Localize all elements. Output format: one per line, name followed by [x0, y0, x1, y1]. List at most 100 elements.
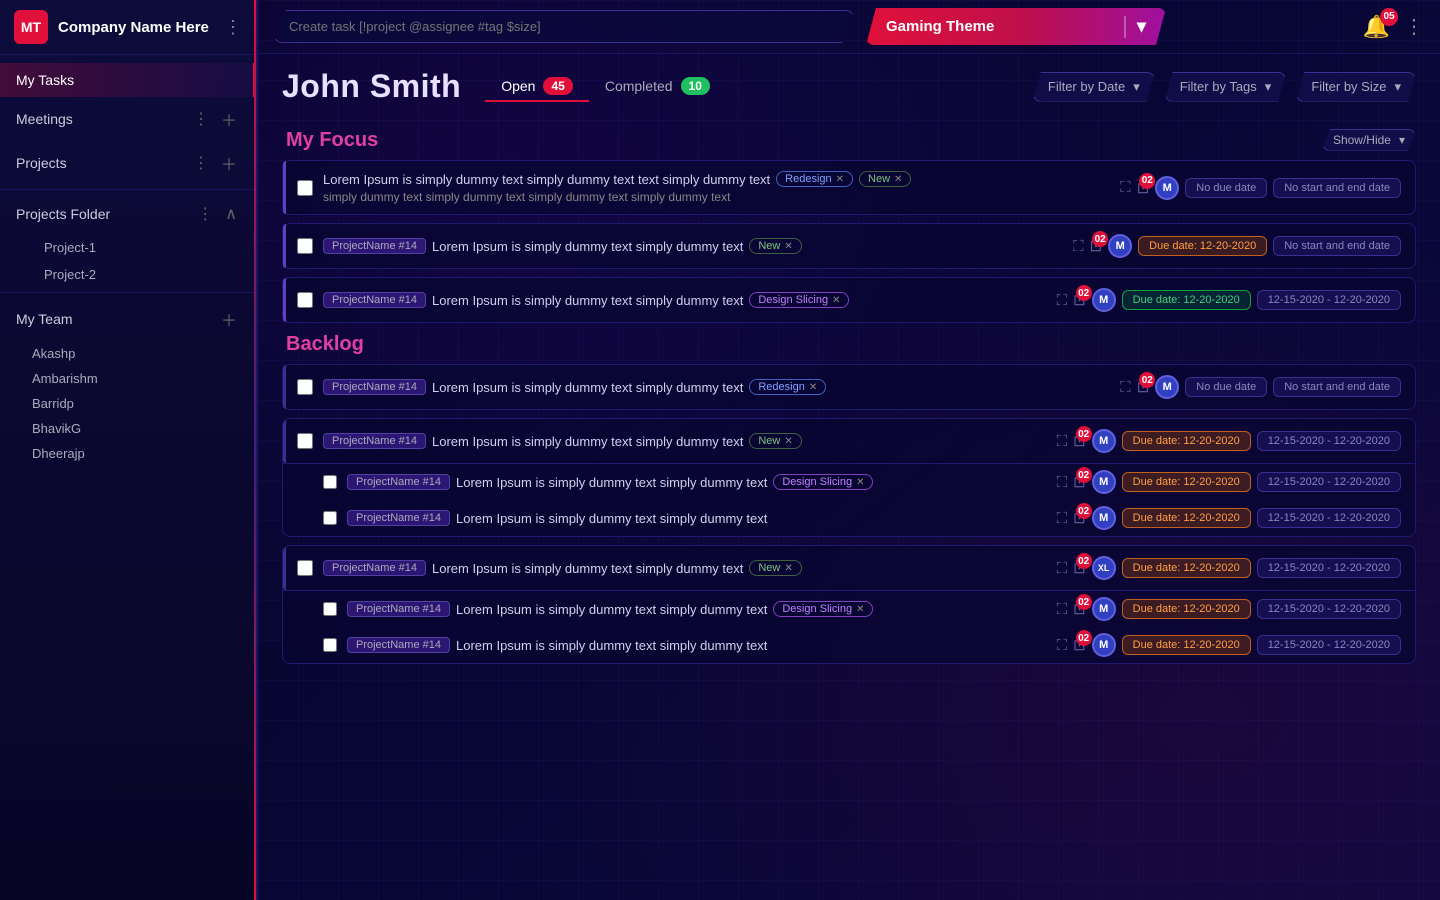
focus-task-2-body: ProjectName #14 Lorem Ipsum is simply du…: [323, 238, 1063, 254]
backlog-task-3-main: ProjectName #14 Lorem Ipsum is simply du…: [283, 546, 1415, 591]
subtask-2-2-checkbox[interactable]: [323, 511, 337, 525]
focus-task-2-checkbox[interactable]: [297, 238, 313, 254]
backlog-group-2: ProjectName #14 Lorem Ipsum is simply du…: [282, 418, 1416, 537]
subtask-badge-3: ⊡ 02: [1073, 291, 1086, 309]
sidebar-item-project1[interactable]: Project-1: [28, 234, 256, 261]
topbar-right: 🔔 05 ⋮: [1363, 14, 1424, 40]
tag-new-2-remove[interactable]: ✕: [784, 241, 792, 252]
tag-redesign-b1-remove[interactable]: ✕: [809, 382, 817, 393]
assignee-badge: M: [1155, 176, 1179, 200]
tag-new-2: New ✕: [749, 238, 801, 254]
sidebar-item-projects-folder[interactable]: Projects Folder ⋮ ∧: [0, 194, 256, 234]
backlog-task-2-actions: ⛶ ⊡ 02 M Due date: 12-20-2020 12-15-2020…: [1057, 429, 1401, 453]
date-range-badge-b1: No start and end date: [1273, 377, 1401, 397]
sidebar-item-project2[interactable]: Project-2: [28, 261, 256, 288]
tag-new-remove[interactable]: ✕: [894, 174, 902, 185]
expand-icon-b1[interactable]: ⛶: [1120, 379, 1131, 396]
focus-task-1-body: Lorem Ipsum is simply dummy text simply …: [323, 171, 1110, 204]
team-member-ambarishm[interactable]: Ambarishm: [16, 366, 256, 391]
sidebar-item-my-tasks[interactable]: My Tasks: [0, 63, 256, 97]
content-area: My Focus Show/Hide ▾ Lorem Ipsum is simp…: [258, 111, 1440, 900]
backlog-task-2-checkbox[interactable]: [297, 433, 313, 449]
filter-date-button[interactable]: Filter by Date ▾: [1033, 72, 1155, 102]
focus-task-1-checkbox[interactable]: [297, 180, 313, 196]
assignee-badge-xl: XL: [1092, 556, 1116, 580]
sidebar: MT Company Name Here ⋮ My Tasks Meetings…: [0, 0, 258, 900]
show-hide-button[interactable]: Show/Hide ▾: [1322, 129, 1416, 151]
backlog-task-2-main: ProjectName #14 Lorem Ipsum is simply du…: [283, 419, 1415, 464]
focus-task-3-line1: ProjectName #14 Lorem Ipsum is simply du…: [323, 292, 1047, 308]
team-members-list: Akashp Ambarishm Barridp BhavikG Dheeraj…: [0, 341, 256, 466]
folder-options-icon[interactable]: ⋮: [194, 203, 216, 225]
filter-tags-button[interactable]: Filter by Tags ▾: [1165, 72, 1287, 102]
sidebar-item-my-team[interactable]: My Team ＋: [0, 297, 256, 341]
focus-task-1-line2: simply dummy text simply dummy text simp…: [323, 190, 1110, 204]
assignee-badge-3: M: [1092, 288, 1116, 312]
backlog-subtask-3-1: ProjectName #14 Lorem Ipsum is simply du…: [283, 591, 1415, 627]
due-date-badge-2: Due date: 12-20-2020: [1138, 236, 1267, 256]
expand-icon-3[interactable]: ⛶: [1057, 292, 1068, 309]
completed-count-badge: 10: [681, 77, 710, 95]
focus-task-3-checkbox[interactable]: [297, 292, 313, 308]
focus-section-header: My Focus Show/Hide ▾: [282, 119, 1416, 160]
assignee-badge-b1: M: [1155, 375, 1179, 399]
team-member-barridp[interactable]: Barridp: [16, 391, 256, 416]
folder-collapse-icon[interactable]: ∧: [222, 203, 240, 225]
assignee-badge-2: M: [1108, 234, 1132, 258]
subtask-3-1-checkbox[interactable]: [323, 602, 337, 616]
sidebar-item-projects[interactable]: Projects ⋮ ＋: [0, 141, 256, 185]
tag-redesign-remove[interactable]: ✕: [836, 174, 844, 185]
focus-task-1: Lorem Ipsum is simply dummy text simply …: [282, 160, 1416, 215]
subtask-count: 02: [1139, 173, 1155, 189]
gaming-theme-button[interactable]: Gaming Theme ▾: [866, 8, 1166, 45]
tab-bar: Open 45 Completed 10: [485, 72, 726, 102]
sidebar-header: MT Company Name Here ⋮: [0, 0, 256, 55]
focus-task-2-line1: ProjectName #14 Lorem Ipsum is simply du…: [323, 238, 1063, 254]
show-hide-chevron: ▾: [1399, 133, 1405, 147]
sidebar-item-meetings[interactable]: Meetings ⋮ ＋: [0, 97, 256, 141]
nav-divider: [0, 189, 256, 190]
due-date-badge: No due date: [1185, 178, 1267, 198]
focus-section-title: My Focus: [282, 129, 378, 152]
team-add-icon[interactable]: ＋: [218, 306, 240, 332]
backlog-task-2-body: ProjectName #14 Lorem Ipsum is simply du…: [323, 433, 1047, 449]
tag-new: New ✕: [859, 171, 911, 187]
subtask-count-b1: 02: [1139, 372, 1155, 388]
projects-add-icon[interactable]: ＋: [218, 150, 240, 176]
project-badge-3: ProjectName #14: [323, 292, 426, 308]
open-count-badge: 45: [543, 77, 572, 95]
backlog-task-3-checkbox[interactable]: [297, 560, 313, 576]
subtask-count-2: 02: [1092, 231, 1108, 247]
tab-open[interactable]: Open 45: [485, 72, 589, 102]
team-member-bhavikg[interactable]: BhavikG: [16, 416, 256, 441]
tag-new-b2-remove[interactable]: ✕: [784, 436, 792, 447]
expand-icon-2[interactable]: ⛶: [1073, 238, 1084, 255]
app-logo: MT: [14, 10, 48, 44]
team-member-akashp[interactable]: Akashp: [16, 341, 256, 366]
sidebar-menu-icon[interactable]: ⋮: [224, 17, 242, 38]
filter-size-button[interactable]: Filter by Size ▾: [1296, 72, 1416, 102]
topbar-more-options[interactable]: ⋮: [1404, 14, 1424, 39]
backlog-subtask-2-2: ProjectName #14 Lorem Ipsum is simply du…: [283, 500, 1415, 536]
create-task-input[interactable]: [274, 10, 854, 43]
meetings-options-icon[interactable]: ⋮: [190, 108, 212, 130]
expand-icon-b2[interactable]: ⛶: [1057, 433, 1068, 450]
meetings-add-icon[interactable]: ＋: [218, 106, 240, 132]
focus-task-1-line1: Lorem Ipsum is simply dummy text simply …: [323, 171, 1110, 187]
notification-badge: 05: [1380, 8, 1398, 26]
date-range-badge-3: 12-15-2020 - 12-20-2020: [1257, 290, 1401, 310]
topbar: Gaming Theme ▾ 🔔 05 ⋮: [258, 0, 1440, 54]
subtask-3-2-checkbox[interactable]: [323, 638, 337, 652]
subtask-2-1-checkbox[interactable]: [323, 475, 337, 489]
projects-options-icon[interactable]: ⋮: [190, 152, 212, 174]
due-date-badge-3: Due date: 12-20-2020: [1122, 290, 1251, 310]
backlog-task-1-checkbox[interactable]: [297, 379, 313, 395]
focus-task-2: ProjectName #14 Lorem Ipsum is simply du…: [282, 223, 1416, 269]
filter-date-chevron: ▾: [1133, 79, 1140, 95]
expand-icon[interactable]: ⛶: [1120, 179, 1131, 196]
tab-completed[interactable]: Completed 10: [589, 72, 726, 102]
team-member-dheerajp[interactable]: Dheerajp: [16, 441, 256, 466]
notification-bell[interactable]: 🔔 05: [1363, 14, 1390, 40]
tag-design-3-remove[interactable]: ✕: [832, 295, 840, 306]
tag-redesign-b1: Redesign ✕: [749, 379, 826, 395]
